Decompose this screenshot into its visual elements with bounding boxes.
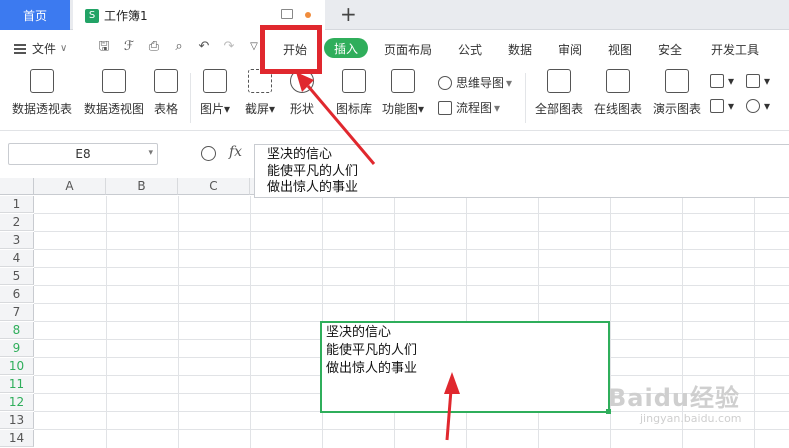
watermark-url: jingyan.baidu.com (640, 412, 742, 425)
arrow-head (444, 372, 460, 394)
watermark-logo: Baidu经验 (608, 384, 740, 412)
arrow-to-start-menu (306, 85, 376, 165)
arrow-to-cell (445, 389, 453, 441)
